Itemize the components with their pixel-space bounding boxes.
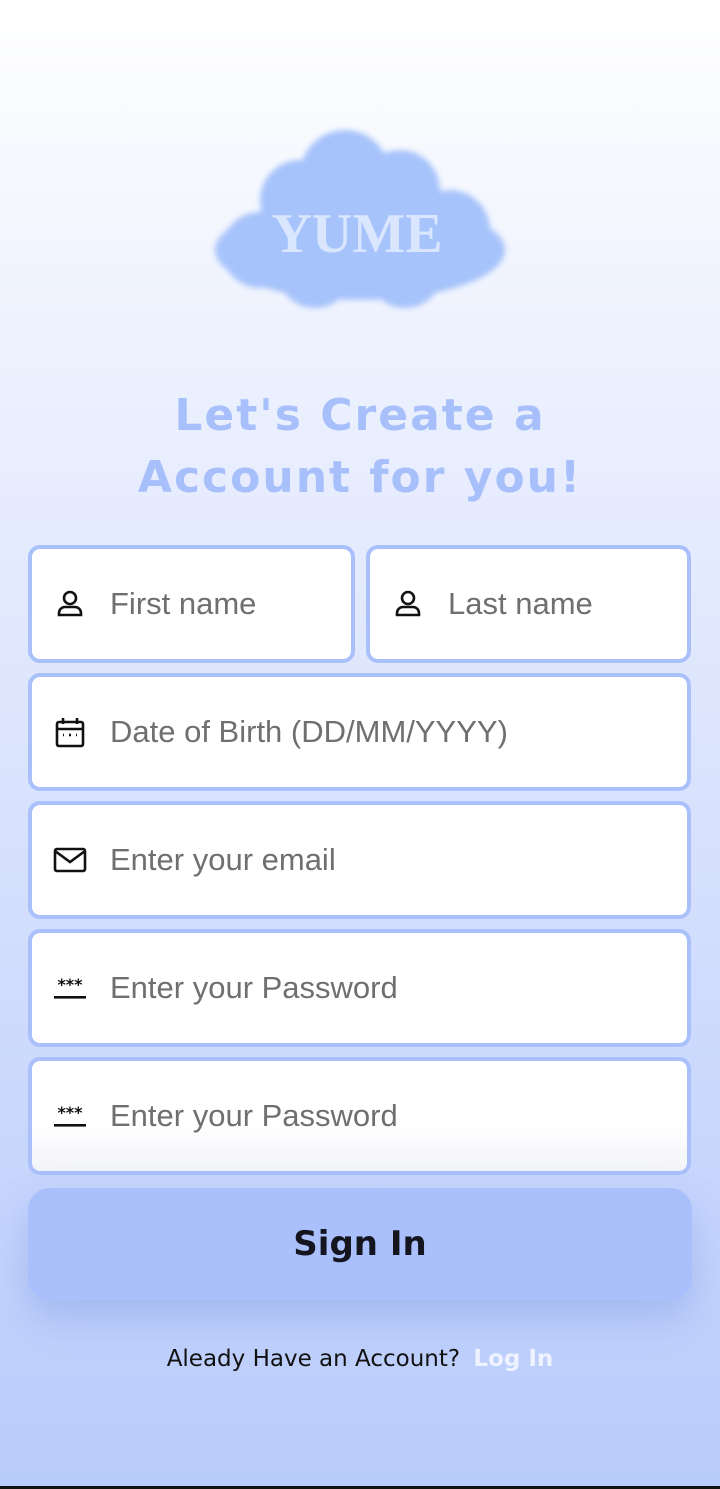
login-prompt: Aleady Have an Account? Log In [0, 1346, 720, 1372]
password-icon: *** [52, 970, 88, 1006]
last-name-input[interactable] [448, 549, 687, 659]
first-name-input[interactable] [110, 549, 351, 659]
calendar-icon [52, 714, 88, 750]
email-input[interactable] [110, 805, 687, 915]
email-field[interactable] [28, 801, 691, 919]
page-title-line-2: Account for you! [137, 452, 583, 503]
person-icon [390, 586, 426, 622]
page-title-line-1: Let's Create a [174, 390, 546, 441]
password-field[interactable]: *** [28, 929, 691, 1047]
svg-text:***: *** [57, 975, 83, 994]
person-icon [52, 586, 88, 622]
yume-logo: YUME [205, 120, 515, 320]
confirm-password-input[interactable] [110, 1061, 687, 1171]
sign-in-button[interactable]: Sign In [28, 1188, 692, 1300]
log-in-link[interactable]: Log In [473, 1346, 553, 1372]
date-of-birth-input[interactable] [110, 677, 687, 787]
page-title: Let's Create a Account for you! [0, 385, 720, 509]
password-icon: *** [52, 1098, 88, 1134]
last-name-field[interactable] [366, 545, 691, 663]
password-input[interactable] [110, 933, 687, 1043]
logo-text: YUME [271, 203, 442, 265]
mail-icon [52, 842, 88, 878]
svg-text:***: *** [57, 1103, 83, 1122]
login-prompt-text: Aleady Have an Account? [166, 1346, 461, 1372]
first-name-field[interactable] [28, 545, 355, 663]
date-of-birth-field[interactable] [28, 673, 691, 791]
confirm-password-field[interactable]: *** [28, 1057, 691, 1175]
